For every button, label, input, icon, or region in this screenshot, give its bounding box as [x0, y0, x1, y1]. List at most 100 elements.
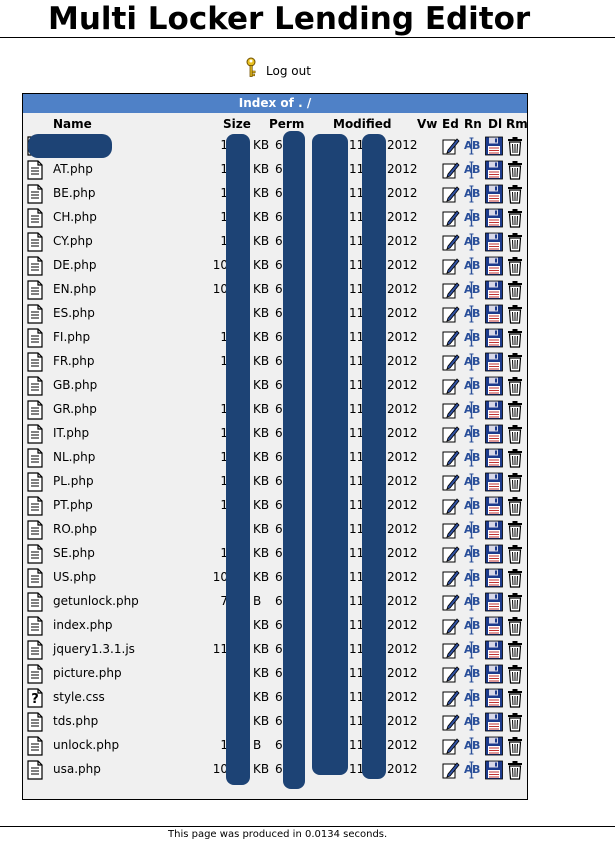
trash-can-icon[interactable] — [506, 616, 524, 636]
trash-can-icon[interactable] — [506, 376, 524, 396]
trash-can-icon[interactable] — [506, 544, 524, 564]
file-name-link[interactable]: usa.php — [53, 762, 101, 777]
rename-ab-icon[interactable]: AB — [463, 568, 481, 588]
trash-can-icon[interactable] — [506, 184, 524, 204]
edit-pencil-icon[interactable] — [442, 328, 460, 348]
edit-pencil-icon[interactable] — [442, 448, 460, 468]
rename-ab-icon[interactable]: AB — [463, 664, 481, 684]
trash-can-icon[interactable] — [506, 232, 524, 252]
file-name-link[interactable]: GR.php — [53, 402, 97, 417]
trash-can-icon[interactable] — [506, 688, 524, 708]
trash-can-icon[interactable] — [506, 424, 524, 444]
edit-pencil-icon[interactable] — [442, 376, 460, 396]
file-name-link[interactable]: SE.php — [53, 546, 95, 561]
trash-can-icon[interactable] — [506, 400, 524, 420]
rename-ab-icon[interactable]: AB — [463, 496, 481, 516]
edit-pencil-icon[interactable] — [442, 640, 460, 660]
edit-pencil-icon[interactable] — [442, 424, 460, 444]
rename-ab-icon[interactable]: AB — [463, 304, 481, 324]
file-name-link[interactable]: unlock.php — [53, 738, 119, 753]
file-name-link[interactable]: jquery1.3.1.js — [53, 642, 135, 657]
file-name-link[interactable]: index.php — [53, 618, 112, 633]
rename-ab-icon[interactable]: AB — [463, 616, 481, 636]
floppy-disk-icon[interactable] — [485, 424, 503, 444]
rename-ab-icon[interactable]: AB — [463, 328, 481, 348]
rename-ab-icon[interactable]: AB — [463, 184, 481, 204]
file-name-link[interactable]: RO.php — [53, 522, 97, 537]
trash-can-icon[interactable] — [506, 256, 524, 276]
rename-ab-icon[interactable]: AB — [463, 712, 481, 732]
floppy-disk-icon[interactable] — [485, 568, 503, 588]
floppy-disk-icon[interactable] — [485, 448, 503, 468]
rename-ab-icon[interactable]: AB — [463, 760, 481, 780]
trash-can-icon[interactable] — [506, 160, 524, 180]
column-header-size[interactable]: Size — [223, 117, 251, 132]
file-name-link[interactable]: picture.php — [53, 666, 122, 681]
rename-ab-icon[interactable]: AB — [463, 424, 481, 444]
floppy-disk-icon[interactable] — [485, 520, 503, 540]
rename-ab-icon[interactable]: AB — [463, 208, 481, 228]
trash-can-icon[interactable] — [506, 760, 524, 780]
edit-pencil-icon[interactable] — [442, 496, 460, 516]
edit-pencil-icon[interactable] — [442, 256, 460, 276]
rename-ab-icon[interactable]: AB — [463, 232, 481, 252]
file-name-link[interactable]: style.css — [53, 690, 105, 705]
file-name-link[interactable]: PT.php — [53, 498, 93, 513]
column-header-modified[interactable]: Modified — [333, 117, 392, 132]
edit-pencil-icon[interactable] — [442, 616, 460, 636]
rename-ab-icon[interactable]: AB — [463, 256, 481, 276]
file-name-link[interactable]: ES.php — [53, 306, 95, 321]
file-name-link[interactable]: GB.php — [53, 378, 97, 393]
floppy-disk-icon[interactable] — [485, 664, 503, 684]
edit-pencil-icon[interactable] — [442, 136, 460, 156]
trash-can-icon[interactable] — [506, 520, 524, 540]
file-name-link[interactable]: PL.php — [53, 474, 94, 489]
floppy-disk-icon[interactable] — [485, 352, 503, 372]
edit-pencil-icon[interactable] — [442, 592, 460, 612]
edit-pencil-icon[interactable] — [442, 712, 460, 732]
rename-ab-icon[interactable]: AB — [463, 688, 481, 708]
file-name-link[interactable]: CY.php — [53, 234, 93, 249]
trash-can-icon[interactable] — [506, 640, 524, 660]
trash-can-icon[interactable] — [506, 448, 524, 468]
floppy-disk-icon[interactable] — [485, 472, 503, 492]
floppy-disk-icon[interactable] — [485, 328, 503, 348]
key-icon[interactable] — [244, 57, 260, 79]
column-header-perm[interactable]: Perm — [269, 117, 304, 132]
floppy-disk-icon[interactable] — [485, 160, 503, 180]
edit-pencil-icon[interactable] — [442, 736, 460, 756]
trash-can-icon[interactable] — [506, 280, 524, 300]
floppy-disk-icon[interactable] — [485, 256, 503, 276]
floppy-disk-icon[interactable] — [485, 304, 503, 324]
trash-can-icon[interactable] — [506, 736, 524, 756]
trash-can-icon[interactable] — [506, 592, 524, 612]
floppy-disk-icon[interactable] — [485, 184, 503, 204]
floppy-disk-icon[interactable] — [485, 208, 503, 228]
edit-pencil-icon[interactable] — [442, 232, 460, 252]
rename-ab-icon[interactable]: AB — [463, 352, 481, 372]
file-name-link[interactable]: CH.php — [53, 210, 97, 225]
trash-can-icon[interactable] — [506, 328, 524, 348]
file-name-link[interactable]: FR.php — [53, 354, 94, 369]
edit-pencil-icon[interactable] — [442, 280, 460, 300]
trash-can-icon[interactable] — [506, 496, 524, 516]
trash-can-icon[interactable] — [506, 208, 524, 228]
trash-can-icon[interactable] — [506, 568, 524, 588]
trash-can-icon[interactable] — [506, 472, 524, 492]
rename-ab-icon[interactable]: AB — [463, 160, 481, 180]
rename-ab-icon[interactable]: AB — [463, 472, 481, 492]
edit-pencil-icon[interactable] — [442, 520, 460, 540]
trash-can-icon[interactable] — [506, 136, 524, 156]
edit-pencil-icon[interactable] — [442, 304, 460, 324]
floppy-disk-icon[interactable] — [485, 496, 503, 516]
rename-ab-icon[interactable]: AB — [463, 280, 481, 300]
rename-ab-icon[interactable]: AB — [463, 544, 481, 564]
floppy-disk-icon[interactable] — [485, 760, 503, 780]
floppy-disk-icon[interactable] — [485, 376, 503, 396]
file-name-link[interactable]: DE.php — [53, 258, 96, 273]
floppy-disk-icon[interactable] — [485, 736, 503, 756]
trash-can-icon[interactable] — [506, 712, 524, 732]
file-name-link[interactable]: NL.php — [53, 450, 95, 465]
trash-can-icon[interactable] — [506, 664, 524, 684]
floppy-disk-icon[interactable] — [485, 232, 503, 252]
